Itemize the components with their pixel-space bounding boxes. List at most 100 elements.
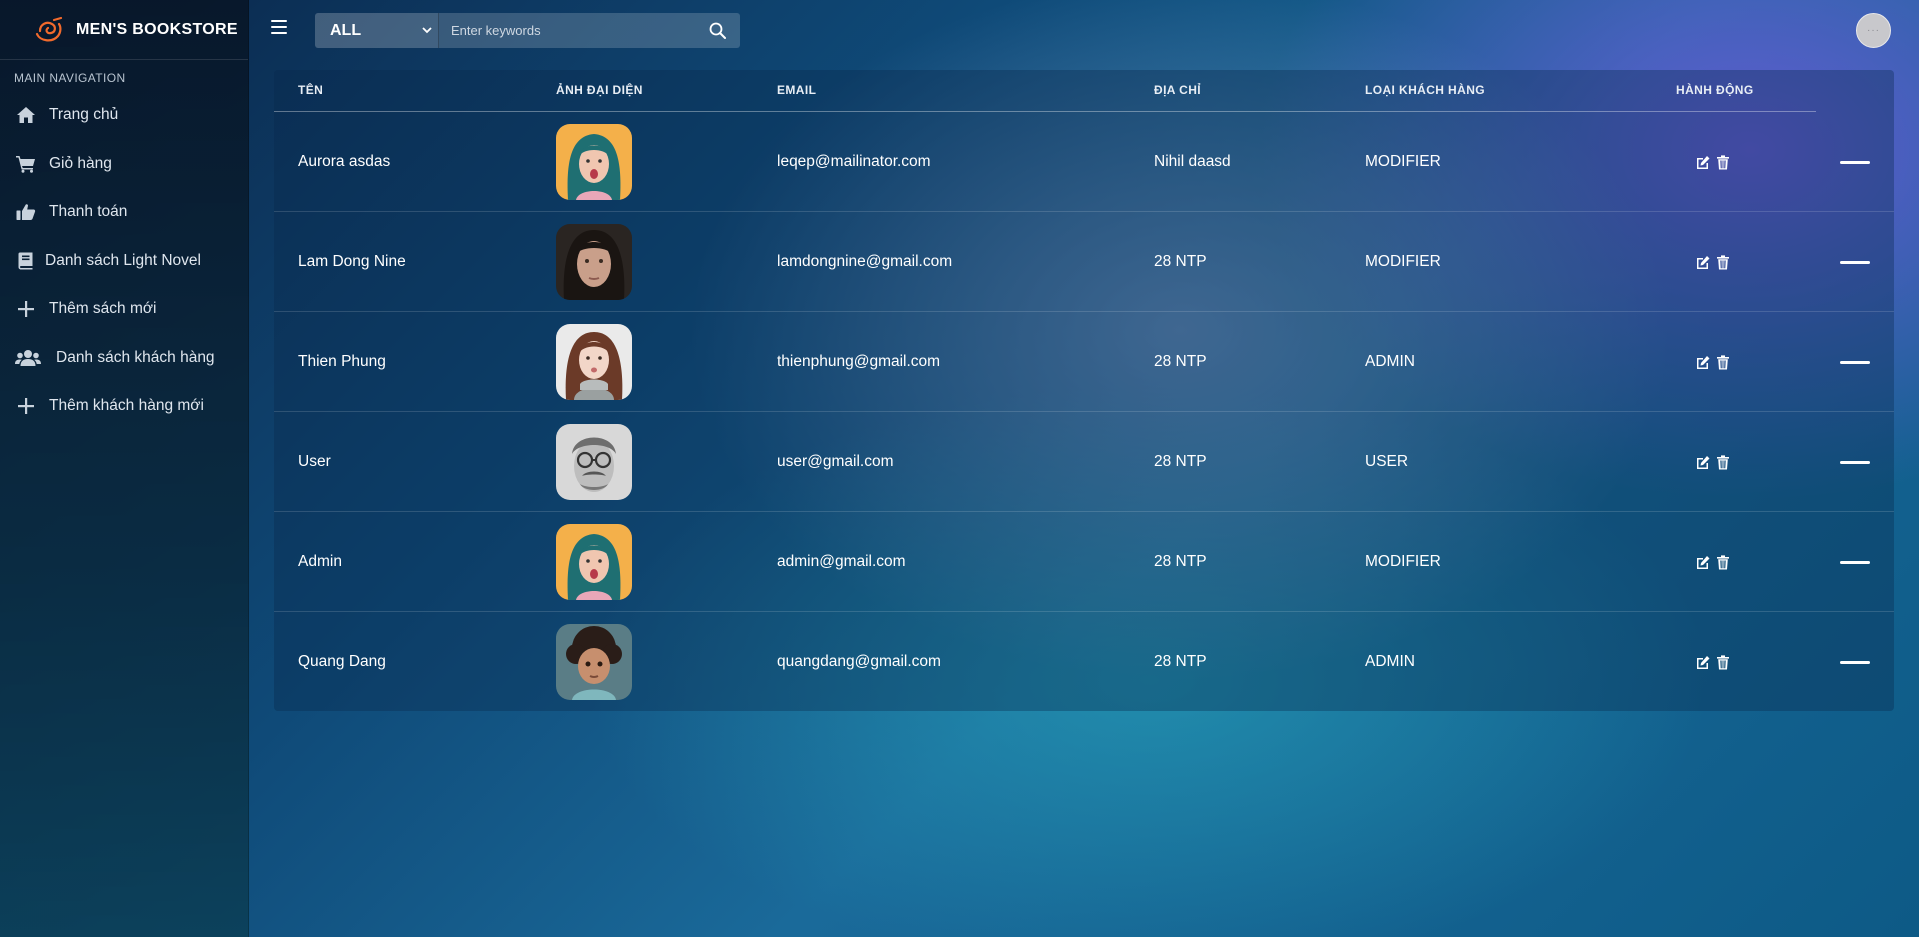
swirl-logo-icon: [35, 16, 63, 41]
row-menu-handle[interactable]: [1840, 512, 1870, 612]
hamburger-menu-icon[interactable]: [271, 20, 287, 34]
home-icon: [15, 105, 37, 125]
nav-header: MAIN NAVIGATION: [14, 71, 126, 85]
customer-address: Nihil daasd: [1154, 153, 1231, 170]
customer-name: Aurora asdas: [298, 153, 391, 170]
customer-type: ADMIN: [1365, 653, 1415, 670]
column-header-address: ĐỊA CHỈ: [1154, 83, 1202, 97]
customer-email: thienphung@gmail.com: [777, 353, 941, 370]
user-avatar-button[interactable]: ···: [1856, 13, 1891, 48]
search-group: ALL: [315, 13, 740, 48]
trash-icon[interactable]: [1716, 154, 1730, 170]
customer-type: MODIFIER: [1365, 553, 1441, 570]
row-menu-handle[interactable]: [1840, 612, 1870, 712]
row-menu-handle[interactable]: [1840, 312, 1870, 412]
plus-icon: [15, 396, 37, 416]
more-dots-icon: ···: [1867, 25, 1880, 36]
row-actions: [1696, 412, 1730, 512]
sidebar-item-cart[interactable]: Giỏ hàng: [0, 140, 248, 189]
customer-name: User: [298, 453, 331, 470]
trash-icon[interactable]: [1716, 554, 1730, 570]
sidebar-item-label: Trang chủ: [49, 106, 119, 124]
plus-icon: [15, 299, 37, 319]
row-menu-handle[interactable]: [1840, 212, 1870, 312]
top-bar: ALL ···: [249, 0, 1919, 60]
row-menu-handle[interactable]: [1840, 112, 1870, 212]
brand-title: MEN'S BOOKSTORE: [76, 20, 238, 38]
customer-address: 28 NTP: [1154, 453, 1207, 470]
customer-address: 28 NTP: [1154, 253, 1207, 270]
table-row: Thien Phung thienphung@gmail.com 28 NTP …: [274, 312, 1894, 412]
search-input[interactable]: [439, 13, 694, 48]
customer-email: leqep@mailinator.com: [777, 153, 931, 170]
customer-type: MODIFIER: [1365, 153, 1441, 170]
customer-table: TÊN ẢNH ĐẠI DIỆN EMAIL ĐỊA CHỈ LOẠI KHÁC…: [274, 70, 1894, 711]
customer-name: Quang Dang: [298, 653, 386, 670]
sidebar-item-checkout[interactable]: Thanh toán: [0, 188, 248, 237]
customer-type: ADMIN: [1365, 353, 1415, 370]
avatar: [556, 424, 632, 500]
sidebar-item-home[interactable]: Trang chủ: [0, 91, 248, 140]
sidebar-item-label: Thêm sách mới: [49, 300, 157, 318]
sidebar-item-add-customer[interactable]: Thêm khách hàng mới: [0, 382, 248, 431]
avatar-cell: [556, 412, 632, 512]
avatar: [556, 124, 632, 200]
avatar-cell: [556, 112, 632, 212]
avatar: [556, 224, 632, 300]
column-header-avatar: ẢNH ĐẠI DIỆN: [556, 83, 643, 97]
edit-icon[interactable]: [1696, 155, 1710, 170]
avatar: [556, 624, 632, 700]
customer-email: quangdang@gmail.com: [777, 653, 941, 670]
customer-name: Lam Dong Nine: [298, 253, 406, 270]
column-header-actions: HÀNH ĐỘNG: [1676, 83, 1754, 97]
customer-address: 28 NTP: [1154, 353, 1207, 370]
column-header-name: TÊN: [298, 83, 324, 97]
sidebar-item-light-novel-list[interactable]: Danh sách Light Novel: [0, 237, 248, 286]
customer-address: 28 NTP: [1154, 553, 1207, 570]
avatar-cell: [556, 212, 632, 312]
row-actions: [1696, 212, 1730, 312]
minus-icon: [1840, 260, 1870, 264]
sidebar-item-label: Thêm khách hàng mới: [49, 397, 204, 415]
sidebar-item-label: Thanh toán: [49, 203, 128, 221]
row-actions: [1696, 612, 1730, 712]
customer-name: Thien Phung: [298, 353, 386, 370]
cart-icon: [15, 154, 37, 174]
edit-icon[interactable]: [1696, 655, 1710, 670]
sidebar-item-add-book[interactable]: Thêm sách mới: [0, 285, 248, 334]
customer-type: MODIFIER: [1365, 253, 1441, 270]
customer-email: admin@gmail.com: [777, 553, 906, 570]
table-header: TÊN ẢNH ĐẠI DIỆN EMAIL ĐỊA CHỈ LOẠI KHÁC…: [274, 70, 1816, 112]
edit-icon[interactable]: [1696, 555, 1710, 570]
table-row: Admin admin@gmail.com 28 NTP MODIFIER: [274, 512, 1894, 612]
users-icon: [15, 348, 41, 368]
trash-icon[interactable]: [1716, 654, 1730, 670]
customer-name: Admin: [298, 553, 342, 570]
sidebar: MEN'S BOOKSTORE MAIN NAVIGATION Trang ch…: [0, 0, 249, 937]
column-header-email: EMAIL: [777, 83, 817, 97]
category-filter-select[interactable]: ALL: [315, 13, 439, 48]
trash-icon[interactable]: [1716, 354, 1730, 370]
search-button[interactable]: [694, 13, 740, 48]
sidebar-item-label: Danh sách Light Novel: [45, 251, 201, 269]
avatar-cell: [556, 612, 632, 712]
avatar: [556, 524, 632, 600]
trash-icon[interactable]: [1716, 454, 1730, 470]
edit-icon[interactable]: [1696, 255, 1710, 270]
table-row: Quang Dang quangdang@gmail.com 28 NTP AD…: [274, 612, 1894, 712]
brand[interactable]: MEN'S BOOKSTORE: [0, 0, 248, 60]
sidebar-item-customer-list[interactable]: Danh sách khách hàng: [0, 334, 248, 383]
row-actions: [1696, 112, 1730, 212]
customer-address: 28 NTP: [1154, 653, 1207, 670]
sidebar-item-label: Danh sách khách hàng: [56, 348, 215, 366]
search-icon: [709, 22, 726, 39]
row-menu-handle[interactable]: [1840, 412, 1870, 512]
table-row: User user@gmail.com 28 NTP USER: [274, 412, 1894, 512]
minus-icon: [1840, 660, 1870, 664]
trash-icon[interactable]: [1716, 254, 1730, 270]
table-row: Lam Dong Nine lamdongnine@gmail.com 28 N…: [274, 212, 1894, 312]
edit-icon[interactable]: [1696, 355, 1710, 370]
sidebar-item-label: Giỏ hàng: [49, 154, 112, 172]
chevron-down-icon: [422, 27, 432, 34]
edit-icon[interactable]: [1696, 455, 1710, 470]
